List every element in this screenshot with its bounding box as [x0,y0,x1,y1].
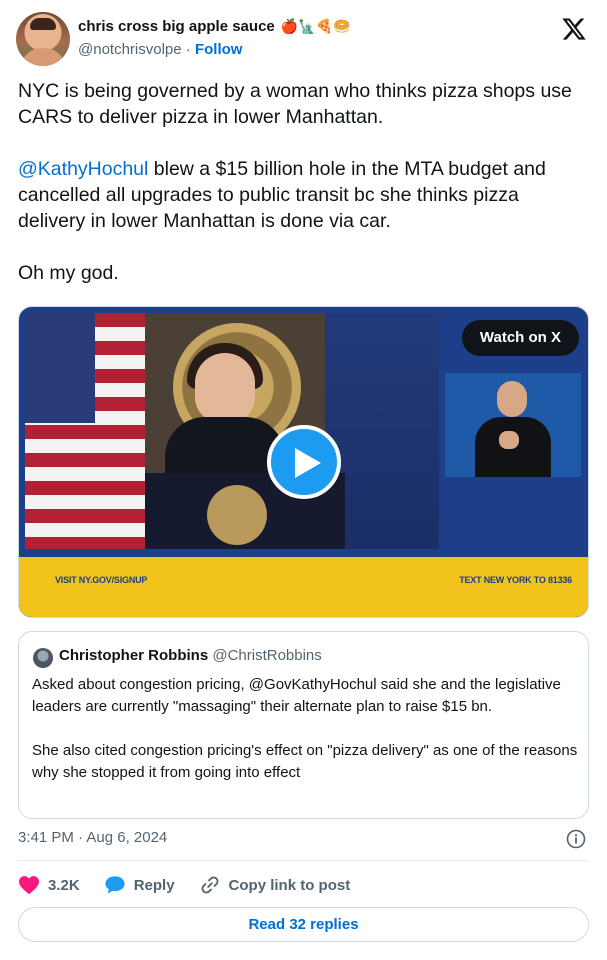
speaker-head [195,353,255,423]
author-name-row: chris cross big apple sauce 🍎🗽🍕🥯 [78,18,351,35]
play-button[interactable] [267,425,341,499]
mention-link[interactable]: @KathyHochul [18,158,148,180]
author-name-emojis: 🍎🗽🍕🥯 [280,18,351,35]
author-display-name[interactable]: chris cross big apple sauce [78,18,275,35]
action-bar: 3.2K Reply Copy link to post [18,874,374,896]
video-banner: VISIT NY.GOV/SIGNUP TEXT NEW YORK TO 813… [19,557,588,617]
read-replies-button[interactable]: Read 32 replies [18,907,589,942]
banner-right-text: TEXT NEW YORK TO 81336 [459,575,572,585]
video-player[interactable]: VISIT NY.GOV/SIGNUP TEXT NEW YORK TO 813… [18,306,589,618]
interpreter-hands [499,431,519,449]
tweet-timestamp[interactable]: 3:41 PM · Aug 6, 2024 [18,829,167,846]
us-flag [25,313,145,549]
watch-on-x-button[interactable]: Watch on X [461,320,579,356]
x-logo-icon[interactable] [561,16,587,42]
handle-separator: · [185,41,191,58]
tweet-paragraph-2: @KathyHochul blew a $15 billion hole in … [18,156,588,234]
reply-bubble-icon [105,876,125,894]
heart-icon [19,876,39,895]
reply-label: Reply [133,876,175,894]
banner-left-text: VISIT NY.GOV/SIGNUP [55,575,148,585]
tweet-paragraph-1: NYC is being governed by a woman who thi… [18,80,572,128]
quoted-author-handle: @ChristRobbins [212,647,322,664]
like-count: 3.2K [48,876,80,894]
quoted-paragraph-1: Asked about congestion pricing, @GovKath… [32,676,561,715]
like-button[interactable]: 3.2K [18,875,80,895]
follow-link[interactable]: Follow [195,41,243,58]
quoted-author-row: Christopher Robbins @ChristRobbins [59,647,322,664]
reply-button[interactable]: Reply [104,875,175,895]
divider [18,860,589,861]
flag-canton [25,313,95,423]
quoted-tweet-text: Asked about congestion pricing, @GovKath… [32,674,580,806]
play-icon [295,448,321,478]
quoted-author-name: Christopher Robbins [59,647,209,664]
podium-seal [207,485,267,545]
interpreter-head [497,381,527,417]
quoted-tweet[interactable]: Christopher Robbins @ChristRobbins Asked… [18,631,589,819]
author-handle-row: @notchrisvolpe · Follow [78,41,242,58]
quoted-paragraph-2: She also cited congestion pricing's effe… [32,742,578,781]
tweet-header: chris cross big apple sauce 🍎🗽🍕🥯 @notchr… [16,12,591,68]
copy-link-label: Copy link to post [228,876,351,894]
author-handle[interactable]: @notchrisvolpe [78,41,182,58]
info-icon[interactable] [566,829,586,849]
author-avatar[interactable] [16,12,70,66]
video-frame [25,313,439,549]
quoted-author-avatar [33,648,53,668]
tweet-text: NYC is being governed by a woman who thi… [18,78,588,312]
link-icon [201,876,219,894]
avatar-hair [30,18,56,30]
sign-interpreter-inset [445,373,581,477]
tweet-paragraph-3: Oh my god. [18,262,119,284]
copy-link-button[interactable]: Copy link to post [199,874,351,896]
avatar-body [20,48,66,66]
